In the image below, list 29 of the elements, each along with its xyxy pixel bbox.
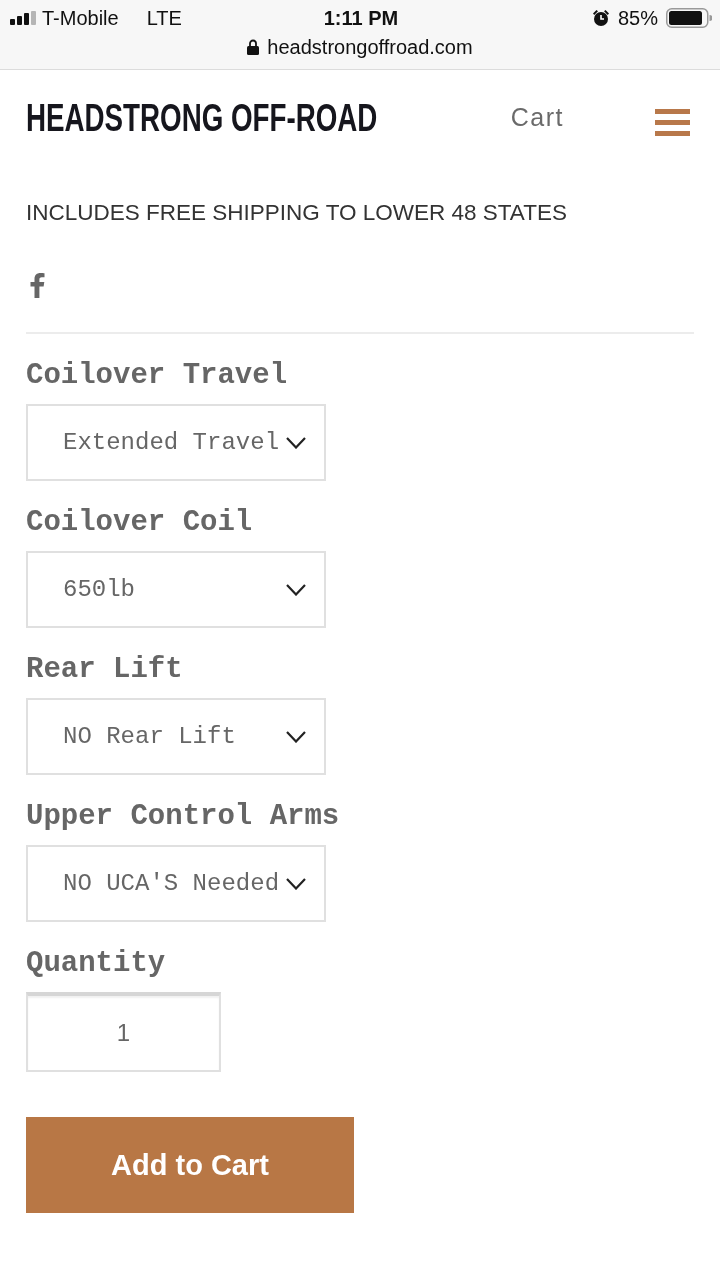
url-text[interactable]: headstrongoffroad.com	[267, 35, 473, 59]
lock-icon	[247, 39, 260, 55]
site-logo[interactable]: HEADSTRONG OFF-ROAD	[26, 96, 378, 140]
quantity-label: Quantity	[26, 946, 166, 982]
quantity-field[interactable]: 1	[26, 992, 221, 1072]
option-label: Coilover Travel	[26, 358, 288, 394]
carrier-name: T-Mobile	[42, 6, 119, 30]
chevron-down-icon	[286, 730, 306, 743]
option-label: Rear Lift	[26, 652, 183, 688]
option-label: Upper Control Arms	[26, 799, 340, 835]
signal-icon	[10, 11, 36, 25]
facebook-icon[interactable]	[30, 273, 46, 298]
option-select[interactable]: NO Rear Lift	[26, 698, 326, 775]
chevron-down-icon	[286, 436, 306, 449]
alarm-clock-icon	[591, 9, 610, 27]
option-select[interactable]: NO UCA'S Needed	[26, 845, 326, 922]
option-select[interactable]: Extended Travel	[26, 404, 326, 481]
add-to-cart-button[interactable]: Add to Cart	[26, 1117, 354, 1213]
chevron-down-icon	[286, 583, 306, 596]
chevron-down-icon	[286, 877, 306, 890]
shipping-note: INCLUDES FREE SHIPPING TO LOWER 48 STATES	[26, 199, 568, 227]
option-select[interactable]: 650lb	[26, 551, 326, 628]
battery-percent: 85%	[617, 6, 658, 30]
battery-icon	[666, 8, 712, 28]
option-label: Coilover Coil	[26, 505, 253, 541]
cart-link[interactable]: Cart	[510, 102, 564, 132]
network-type: LTE	[146, 6, 182, 30]
menu-icon[interactable]	[655, 108, 690, 136]
clock-time: 1:11 PM	[323, 6, 399, 29]
